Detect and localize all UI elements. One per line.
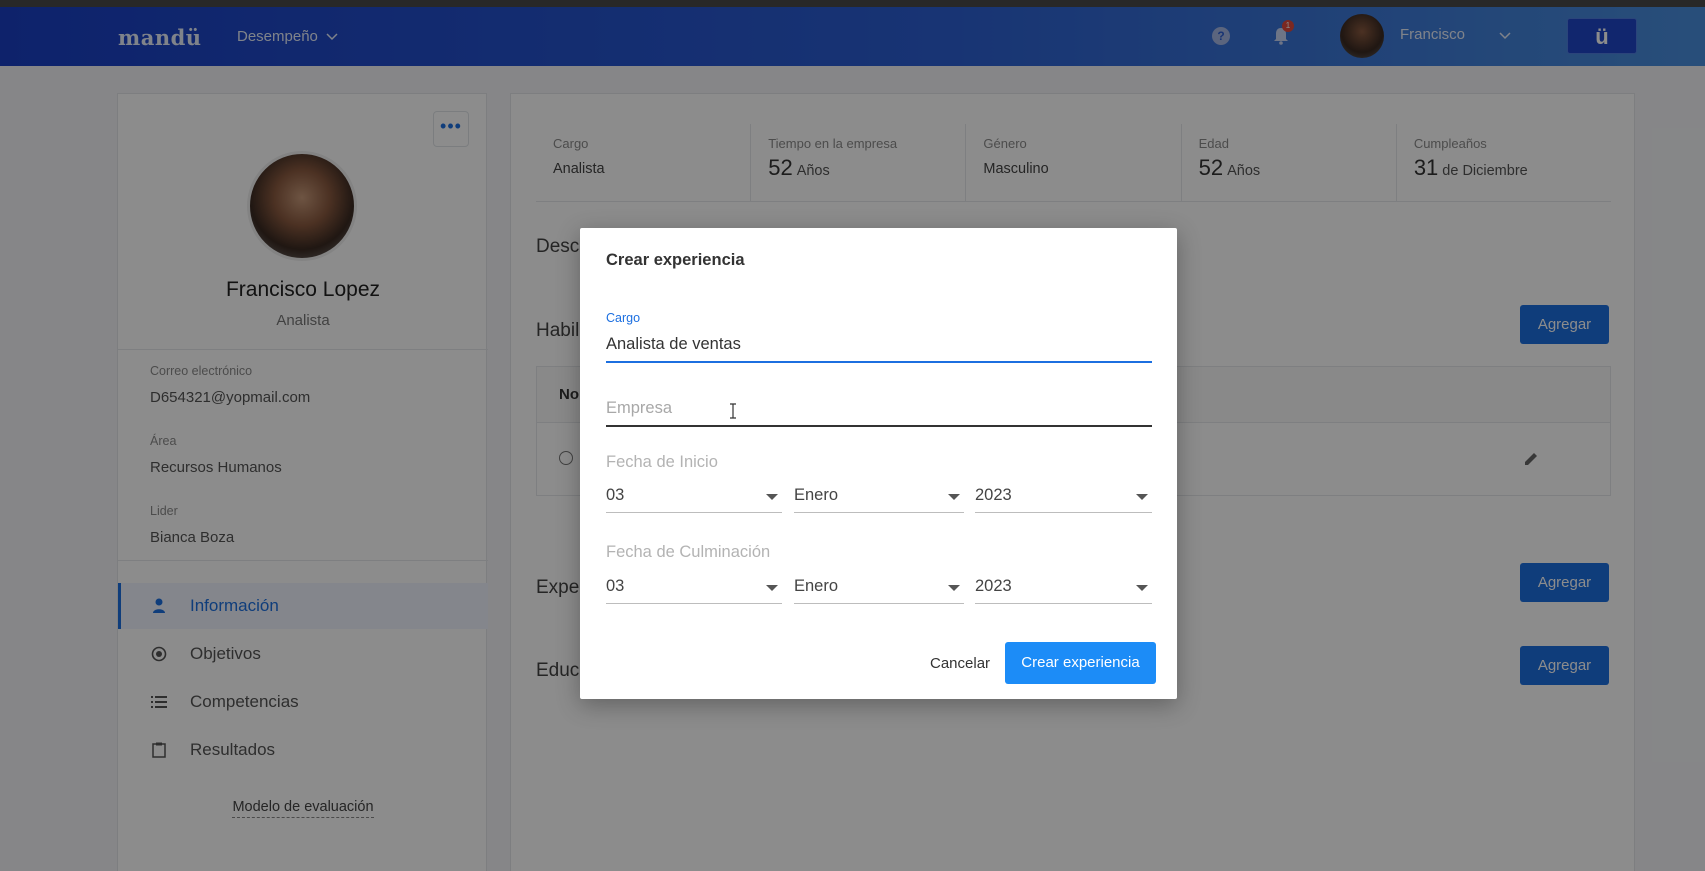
end-day-select[interactable]: 03	[606, 570, 782, 604]
start-year-select[interactable]: 2023	[975, 479, 1152, 513]
caret-down-icon	[766, 494, 778, 500]
cargo-input[interactable]: Analista de ventas	[606, 335, 1152, 363]
start-date-label: Fecha de Inicio	[606, 453, 718, 471]
cancel-button[interactable]: Cancelar	[930, 655, 990, 672]
start-month-select[interactable]: Enero	[794, 479, 964, 513]
select-value: Enero	[794, 577, 839, 595]
create-experience-button[interactable]: Crear experiencia	[1005, 642, 1156, 684]
end-month-select[interactable]: Enero	[794, 570, 964, 604]
start-day-select[interactable]: 03	[606, 479, 782, 513]
select-value: 03	[606, 577, 625, 595]
caret-down-icon	[766, 585, 778, 591]
caret-down-icon	[1136, 585, 1148, 591]
end-year-select[interactable]: 2023	[975, 570, 1152, 604]
end-date-label: Fecha de Culminación	[606, 543, 771, 561]
select-value: 2023	[975, 577, 1012, 595]
create-experience-dialog: Crear experiencia Cargo Analista de vent…	[580, 228, 1177, 699]
select-value: 2023	[975, 486, 1012, 504]
text-cursor-icon	[730, 403, 736, 419]
caret-down-icon	[1136, 494, 1148, 500]
dialog-title: Crear experiencia	[606, 251, 745, 269]
empresa-input[interactable]: Empresa	[606, 399, 1152, 427]
caret-down-icon	[948, 585, 960, 591]
caret-down-icon	[948, 494, 960, 500]
select-value: Enero	[794, 486, 839, 504]
cargo-label: Cargo	[606, 311, 641, 325]
select-value: 03	[606, 486, 625, 504]
